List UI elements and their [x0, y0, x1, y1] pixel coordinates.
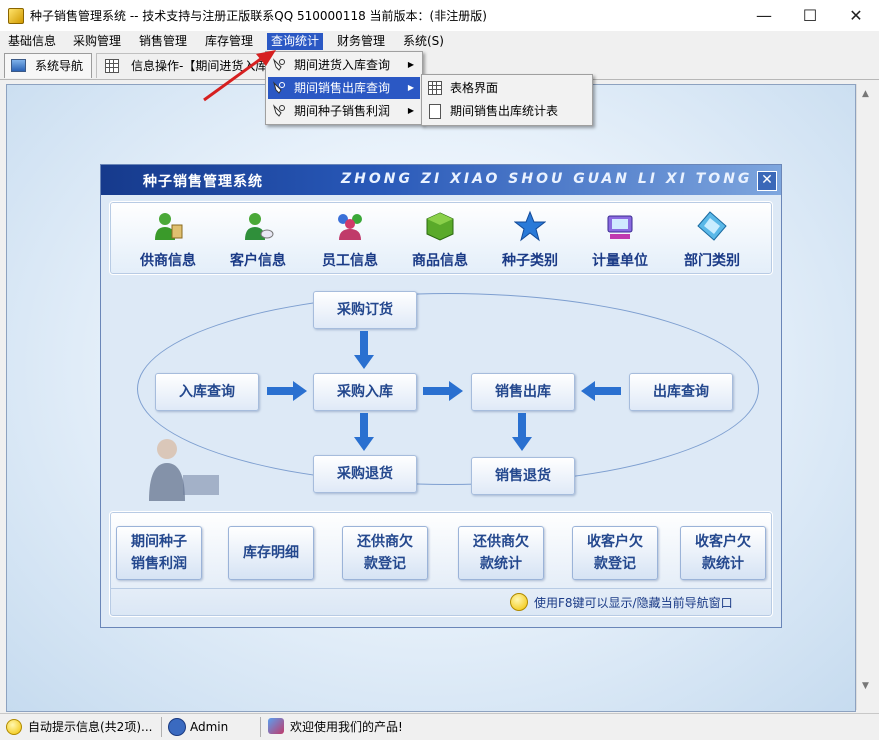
menu-basic-info[interactable]: 基础信息	[4, 33, 60, 50]
tab-label: 系统导航	[35, 59, 84, 73]
annotation-arrow-icon	[203, 50, 276, 102]
arrow-down-icon	[354, 331, 374, 369]
app-icon	[8, 8, 24, 24]
period-seed-profit-button[interactable]: 期间种子 销售利润	[116, 526, 202, 580]
submenu-arrow-icon: ▶	[407, 83, 414, 92]
purchase-order-button[interactable]: 采购订货	[313, 291, 417, 329]
table-icon	[428, 81, 442, 95]
menu-item-period-outbound[interactable]: 期间销售出库查询 ▶	[268, 77, 420, 99]
nav-title: 种子销售管理系统	[143, 174, 263, 190]
outbound-submenu: 表格界面 期间销售出库统计表	[421, 74, 593, 126]
inbound-query-button[interactable]: 入库查询	[155, 373, 259, 411]
menu-finance[interactable]: 财务管理	[333, 33, 389, 50]
nav-seed-category[interactable]: 种子类别	[490, 210, 570, 272]
department-icon	[697, 211, 727, 241]
customer-debt-register-button[interactable]: 收客户欠 款登记	[572, 526, 658, 580]
sales-outbound-button[interactable]: 销售出库	[471, 373, 575, 411]
query-stats-menu: 期间进货入库查询 ▶ 期间销售出库查询 ▶ 期间种子销售利润 ▶	[265, 51, 423, 125]
product-icon	[426, 212, 454, 241]
arrow-right-icon	[423, 381, 463, 401]
arrow-down-icon	[354, 413, 374, 451]
menu-system[interactable]: 系统(S)	[399, 33, 448, 50]
menu-item-period-inbound[interactable]: 期间进货入库查询 ▶	[268, 54, 420, 76]
supplier-debt-stats-button[interactable]: 还供商欠 款统计	[458, 526, 544, 580]
nav-close-button[interactable]: ✕	[757, 171, 777, 191]
arrow-down-icon	[512, 413, 532, 451]
key-icon	[272, 104, 285, 117]
scroll-down-icon[interactable]: ▼	[857, 678, 874, 695]
submenu-arrow-icon: ▶	[407, 106, 414, 115]
nav-customer-info[interactable]: 客户信息	[218, 210, 298, 272]
star-icon	[514, 210, 546, 242]
customer-icon	[245, 213, 274, 240]
tip-row: 使用F8键可以显示/隐藏当前导航窗口	[110, 588, 772, 615]
table-icon	[105, 59, 119, 73]
flow-diagram: 采购订货 入库查询 采购入库 销售出库 出库查询 采购退货 销售退货	[109, 275, 771, 505]
supplier-icon	[155, 213, 183, 240]
sales-return-button[interactable]: 销售退货	[471, 457, 575, 495]
menu-purchase[interactable]: 采购管理	[69, 33, 125, 50]
submenu-arrow-icon: ▶	[407, 60, 414, 69]
navigation-window: 种子销售管理系统 ZHONG ZI XIAO SHOU GUAN LI XI T…	[100, 164, 782, 628]
status-bar: 自动提示信息(共2项)... Admin 欢迎使用我们的产品!	[0, 713, 879, 740]
window-title: 种子销售管理系统 -- 技术支持与注册正版联系QQ 510000118 当前版本…	[30, 9, 487, 23]
nav-product-info[interactable]: 商品信息	[400, 210, 480, 272]
outbound-query-button[interactable]: 出库查询	[629, 373, 733, 411]
report-icon	[429, 104, 441, 119]
inventory-detail-button[interactable]: 库存明细	[228, 526, 314, 580]
nav-supplier-info[interactable]: 供商信息	[128, 210, 208, 272]
tab-system-nav[interactable]: 系统导航	[4, 53, 92, 78]
monitor-icon	[11, 59, 26, 72]
minimize-button[interactable]: —	[741, 0, 787, 31]
purchase-inbound-button[interactable]: 采购入库	[313, 373, 417, 411]
quick-icons-panel: 供商信息 客户信息 员工信息 商品信息 种子类别 计量单位 部门类别	[109, 201, 773, 275]
status-user: Admin	[190, 720, 229, 734]
close-button[interactable]: ✕	[833, 0, 879, 31]
menu-sales[interactable]: 销售管理	[135, 33, 191, 50]
submenu-item-outbound-stats[interactable]: 期间销售出库统计表	[424, 100, 590, 122]
menu-item-period-profit[interactable]: 期间种子销售利润 ▶	[268, 100, 420, 122]
shortcut-panel: 期间种子 销售利润 库存明细 还供商欠 款登记 还供商欠 款统计 收客户欠 款登记 收客…	[109, 511, 773, 617]
scroll-up-icon[interactable]: ▲	[857, 86, 874, 103]
receptionist-icon	[149, 439, 219, 501]
nav-title-bar: 种子销售管理系统 ZHONG ZI XIAO SHOU GUAN LI XI T…	[101, 165, 781, 195]
nav-unit[interactable]: 计量单位	[580, 210, 660, 272]
customer-debt-stats-button[interactable]: 收客户欠 款统计	[680, 526, 766, 580]
lightbulb-icon	[6, 719, 22, 735]
user-icon	[168, 718, 186, 736]
menu-bar: 基础信息 采购管理 销售管理 库存管理 查询统计 财务管理 系统(S)	[0, 31, 879, 51]
nav-staff-info[interactable]: 员工信息	[310, 210, 390, 272]
status-welcome: 欢迎使用我们的产品!	[290, 720, 403, 734]
vertical-scrollbar[interactable]: ▲ ▼	[856, 84, 874, 710]
nav-title-pinyin: ZHONG ZI XIAO SHOU GUAN LI XI TONG	[341, 171, 753, 187]
tip-text: 使用F8键可以显示/隐藏当前导航窗口	[534, 596, 733, 610]
nav-department[interactable]: 部门类别	[672, 210, 752, 272]
maximize-button[interactable]: ☐	[787, 0, 833, 31]
staff-icon	[338, 214, 362, 240]
supplier-debt-register-button[interactable]: 还供商欠 款登记	[342, 526, 428, 580]
lightbulb-icon	[510, 593, 528, 611]
products-icon	[268, 718, 284, 734]
arrow-right-icon	[267, 381, 307, 401]
purchase-return-button[interactable]: 采购退货	[313, 455, 417, 493]
arrow-left-icon	[581, 381, 621, 401]
status-hint: 自动提示信息(共2项)...	[28, 720, 153, 734]
unit-icon	[607, 215, 633, 239]
title-bar: 种子销售管理系统 -- 技术支持与注册正版联系QQ 510000118 当前版本…	[0, 0, 879, 31]
submenu-item-table-view[interactable]: 表格界面	[424, 77, 590, 99]
